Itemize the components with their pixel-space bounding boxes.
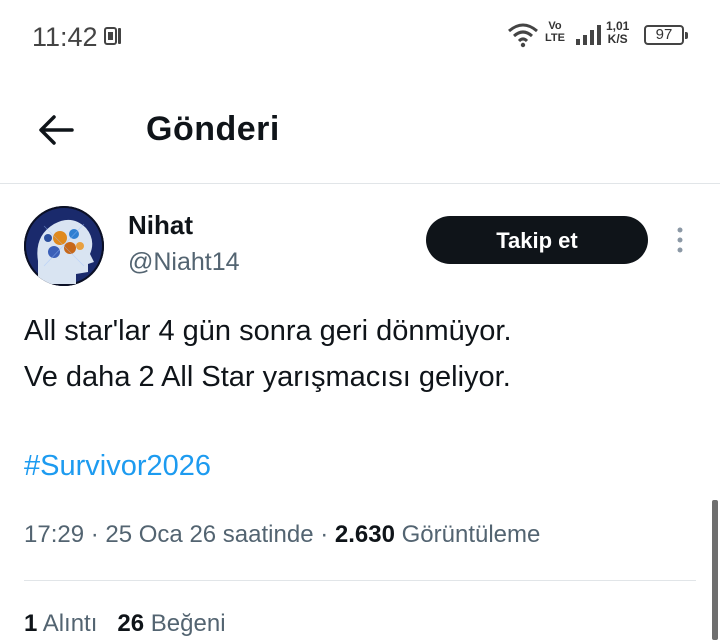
volte-bottom: LTE: [545, 32, 565, 44]
post-text: All star'lar 4 gün sonra geri dönmüyor. …: [24, 308, 704, 400]
post-text-line: All star'lar 4 gün sonra geri dönmüyor.: [24, 315, 512, 347]
separator: ·: [84, 521, 106, 548]
separator: ·: [313, 521, 335, 548]
page-title: Gönderi: [146, 110, 280, 148]
more-options-icon[interactable]: [672, 224, 688, 256]
signal-icon: [576, 25, 601, 45]
volte-indicator: Vo LTE: [545, 20, 565, 44]
scrollbar[interactable]: [712, 500, 718, 640]
follow-button[interactable]: Takip et: [426, 216, 648, 264]
author-handle[interactable]: @Niaht14: [128, 248, 240, 277]
post-time[interactable]: 17:29: [24, 521, 84, 548]
hashtag-link[interactable]: #Survivor2026: [24, 450, 211, 483]
quotes-count: 1: [24, 610, 38, 637]
likes-stat[interactable]: 26 Beğeni: [117, 610, 225, 637]
post-metadata: 17:29 · 25 Oca 26 saatinde · 2.630 Görün…: [24, 521, 540, 549]
status-time: 11:42: [32, 22, 98, 52]
arrow-left-icon[interactable]: [34, 108, 78, 152]
likes-label: Beğeni: [150, 610, 226, 637]
battery-icon: 97: [644, 25, 688, 45]
post-date[interactable]: 25 Oca 26 saatinde: [105, 521, 313, 548]
network-speed: 1,01 K/S: [606, 20, 629, 46]
views-label: Görüntüleme: [401, 521, 541, 548]
avatar-image: [24, 206, 104, 286]
wifi-icon: [508, 23, 538, 48]
sim-card-icon: [104, 27, 121, 45]
top-app-bar: Gönderi: [0, 70, 720, 184]
avatar[interactable]: [24, 206, 104, 286]
status-bar: 11:42 Vo LTE 1,01 K/S 97: [0, 0, 720, 70]
author-name[interactable]: Nihat: [128, 210, 193, 241]
volte-top: Vo: [548, 20, 562, 32]
divider: [24, 580, 696, 581]
views-count: 2.630: [334, 521, 395, 548]
engagement-stats: 1 Alıntı 26 Beğeni: [24, 610, 226, 638]
quotes-stat[interactable]: 1 Alıntı: [24, 610, 97, 637]
battery-level: 97: [655, 26, 673, 43]
likes-count: 26: [117, 610, 145, 637]
speed-unit: K/S: [607, 32, 628, 46]
post-text-line: Ve daha 2 All Star yarışmacısı geliyor.: [24, 361, 511, 393]
quotes-label: Alıntı: [42, 610, 98, 637]
